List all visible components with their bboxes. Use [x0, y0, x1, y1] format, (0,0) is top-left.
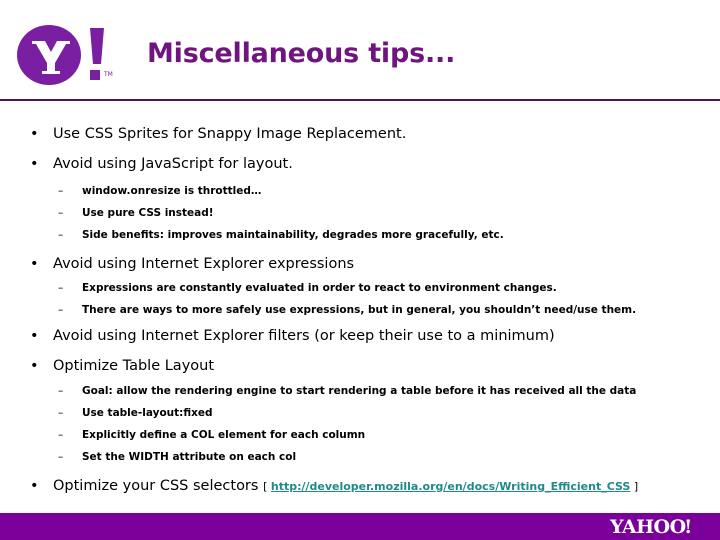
svg-text:!: ! [684, 516, 692, 537]
list-item: – Goal: allow the rendering engine to st… [0, 385, 720, 398]
dash-marker-icon: – [58, 304, 64, 316]
bullet-text: Use CSS Sprites for Snappy Image Replace… [53, 126, 407, 142]
list-item: – Use pure CSS instead! [0, 207, 720, 220]
dash-marker-icon: – [58, 385, 64, 397]
list-item-with-link: • Optimize your CSS selectors [ http://d… [0, 477, 720, 496]
list-item: – window.onresize is throttled… [0, 185, 720, 198]
bullet-marker-icon: • [30, 478, 39, 494]
svg-text:YAHOO: YAHOO [610, 516, 686, 537]
svg-text:TM: TM [103, 71, 113, 78]
list-item: • Avoid using JavaScript for layout. [0, 155, 720, 173]
bullet-text: window.onresize is throttled… [82, 185, 262, 197]
list-item: – Side benefits: improves maintainabilit… [0, 229, 720, 242]
bullet-text: Optimize Table Layout [53, 358, 215, 374]
bullet-text: There are ways to more safely use expres… [82, 304, 637, 316]
slide-header: TM Miscellaneous tips... [0, 0, 720, 101]
slide-body: • Use CSS Sprites for Snappy Image Repla… [0, 110, 720, 510]
mozilla-docs-link[interactable]: http://developer.mozilla.org/en/docs/Wri… [271, 480, 630, 493]
bullet-text: Use table-layout:fixed [82, 407, 213, 419]
list-item: – Expressions are constantly evaluated i… [0, 282, 720, 295]
bullet-text: Use pure CSS instead! [82, 207, 214, 219]
bullet-marker-icon: • [30, 358, 39, 374]
dash-marker-icon: – [58, 429, 64, 441]
bullet-text: Avoid using Internet Explorer filters (o… [53, 328, 555, 344]
dash-marker-icon: – [58, 451, 64, 463]
list-item: – Use table-layout:fixed [0, 407, 720, 420]
dash-marker-icon: – [58, 282, 64, 294]
dash-marker-icon: – [58, 207, 64, 219]
dash-marker-icon: – [58, 185, 64, 197]
yahoo-logo-icon: TM [16, 24, 128, 86]
bullet-text: Avoid using Internet Explorer expression… [53, 256, 355, 272]
list-item: – Explicitly define a COL element for ea… [0, 429, 720, 442]
bracket-open: [ [263, 480, 271, 493]
list-item: – There are ways to more safely use expr… [0, 304, 720, 317]
bullet-marker-icon: • [30, 328, 39, 344]
bullet-text: Explicitly define a COL element for each… [82, 429, 366, 441]
bullet-text: Goal: allow the rendering engine to star… [82, 385, 637, 397]
header-divider [0, 99, 720, 101]
list-item: • Avoid using Internet Explorer filters … [0, 327, 720, 345]
bracket-close: ] [630, 480, 639, 493]
list-item: • Use CSS Sprites for Snappy Image Repla… [0, 125, 720, 143]
list-item: – Set the WIDTH attribute on each col [0, 451, 720, 464]
bullet-text: Optimize your CSS selectors [53, 478, 264, 494]
bullet-text: Avoid using JavaScript for layout. [53, 156, 293, 172]
list-item: • Optimize Table Layout [0, 357, 720, 375]
dash-marker-icon: – [58, 229, 64, 241]
slide-footer: YAHOO ! [0, 513, 720, 540]
yahoo-wordmark-icon: YAHOO ! [610, 516, 702, 537]
bullet-marker-icon: • [30, 126, 39, 142]
bullet-text: Side benefits: improves maintainability,… [82, 229, 504, 241]
bullet-marker-icon: • [30, 156, 39, 172]
bullet-marker-icon: • [30, 256, 39, 272]
dash-marker-icon: – [58, 407, 64, 419]
bullet-text: Expressions are constantly evaluated in … [82, 282, 557, 294]
list-item: • Avoid using Internet Explorer expressi… [0, 255, 720, 273]
bullet-text: Set the WIDTH attribute on each col [82, 451, 297, 463]
page-title: Miscellaneous tips... [147, 38, 456, 69]
